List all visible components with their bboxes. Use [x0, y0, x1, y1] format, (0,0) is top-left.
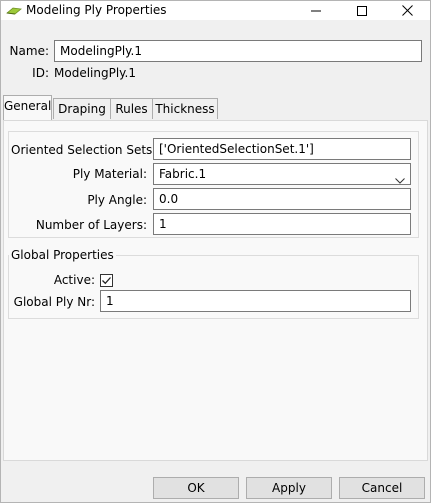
- apply-button[interactable]: Apply: [246, 477, 332, 499]
- global-properties-title: Global Properties: [9, 247, 116, 263]
- global-ply-nr-field[interactable]: 1: [100, 290, 411, 312]
- id-value: ModelingPly.1: [54, 66, 136, 80]
- maximize-button[interactable]: [339, 1, 385, 20]
- ply-material-value: Fabric.1: [159, 167, 207, 181]
- number-of-layers-field[interactable]: 1: [153, 213, 411, 235]
- cancel-button[interactable]: Cancel: [339, 477, 425, 499]
- ok-button[interactable]: OK: [153, 477, 239, 499]
- active-label: Active:: [53, 273, 95, 287]
- close-button[interactable]: [384, 1, 430, 20]
- ply-angle-field[interactable]: 0.0: [153, 188, 411, 210]
- minimize-icon: [311, 10, 321, 11]
- chevron-down-icon: [395, 170, 405, 184]
- oriented-selection-sets-label: Oriented Selection Sets:: [11, 143, 157, 157]
- number-of-layers-label: Number of Layers:: [35, 218, 147, 232]
- modeling-ply-app-icon: [6, 5, 22, 19]
- title-bar[interactable]: Modeling Ply Properties: [1, 1, 430, 20]
- tab-draping[interactable]: Draping: [53, 98, 111, 119]
- tab-general[interactable]: General: [3, 95, 52, 120]
- ply-material-dropdown[interactable]: Fabric.1: [153, 163, 411, 185]
- checkmark-icon: [102, 277, 111, 285]
- name-label: Name:: [9, 44, 49, 58]
- window-title: Modeling Ply Properties: [26, 3, 167, 17]
- ply-angle-label: Ply Angle:: [87, 193, 147, 207]
- properties-dialog: Modeling Ply Properties Name: ModelingPl…: [0, 0, 431, 503]
- minimize-button[interactable]: [293, 1, 339, 20]
- global-ply-nr-label: Global Ply Nr:: [13, 295, 95, 309]
- ply-material-label: Ply Material:: [72, 167, 147, 181]
- tab-thickness[interactable]: Thickness: [152, 98, 218, 119]
- name-field[interactable]: ModelingPly.1: [54, 40, 422, 62]
- oriented-selection-sets-field[interactable]: ['OrientedSelectionSet.1']: [153, 138, 411, 160]
- tab-rules[interactable]: Rules: [110, 98, 153, 119]
- maximize-icon: [357, 5, 367, 16]
- id-label: ID:: [32, 66, 49, 80]
- close-icon: [401, 5, 413, 16]
- active-checkbox[interactable]: [100, 274, 113, 287]
